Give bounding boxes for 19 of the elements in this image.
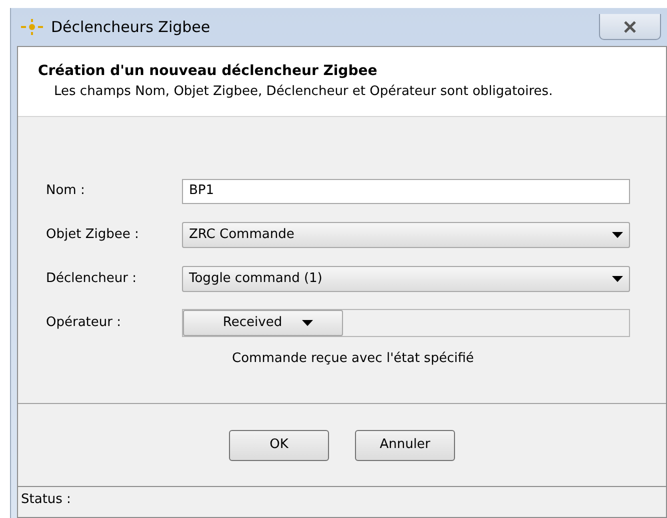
status-text: Status : — [21, 492, 71, 507]
field-label: Déclencheur : — [46, 270, 138, 288]
dialog-heading: Création d'un nouveau déclencheur Zigbee — [38, 62, 378, 81]
text-field[interactable]: BP1 — [182, 178, 630, 204]
dropdown[interactable]: Toggle command (1) — [182, 266, 630, 292]
field-label: Objet Zigbee : — [46, 226, 140, 244]
close-icon — [623, 20, 637, 32]
field-label: Opérateur : — [46, 314, 122, 332]
hint-text: Commande reçue avec l'état spécifié — [232, 350, 475, 368]
dialog-button[interactable]: Annuler — [355, 430, 455, 460]
dialog-button[interactable]: OK — [229, 430, 329, 460]
app-icon — [19, 19, 45, 35]
close-button[interactable] — [599, 14, 661, 40]
window-title: Déclencheurs Zigbee — [51, 16, 210, 38]
caret-icon — [612, 276, 623, 282]
dropdown[interactable]: ZRC Commande — [182, 222, 630, 248]
caret-icon — [612, 232, 623, 238]
field-label: Nom : — [46, 182, 86, 200]
dialog-subtitle: Les champs Nom, Objet Zigbee, Déclencheur et Opérateur sont obligatoires. — [53, 83, 554, 101]
